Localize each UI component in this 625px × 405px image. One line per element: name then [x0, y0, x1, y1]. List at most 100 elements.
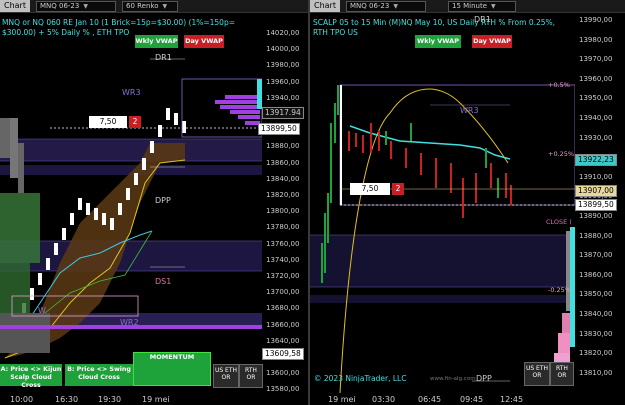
candle [505, 173, 507, 198]
right-wkly-vwap-button[interactable]: Wkly VWAP [415, 35, 461, 48]
left-axis-tick: 13840,00 [266, 174, 300, 183]
renko-brick-up [142, 158, 146, 170]
copyright-text: © 2023 NinjaTrader, LLC [314, 374, 407, 383]
left-time-tick: 19 mei [142, 395, 170, 404]
left-wr3-label: WR3 [122, 88, 141, 97]
left-axis-tick: 13800,00 [266, 207, 300, 216]
candle [435, 158, 437, 188]
right-axis-tick: 13880,00 [579, 231, 613, 240]
left-time-tick: 10:00 [10, 395, 34, 404]
candle [510, 185, 512, 205]
left-chart-menu-button[interactable]: Chart [0, 0, 30, 12]
right-instrument-selector[interactable]: MNQ 06-23 ▼ [345, 0, 426, 12]
momentum-panel: MOMENTUM [133, 352, 211, 386]
left-chart-title-line1: MNQ or NQ 060 RE Jan 10 (1 Brick=15p=$30… [2, 18, 235, 27]
right-pct-plus05: +0.5% [548, 81, 570, 89]
profile-bar [230, 110, 260, 114]
right-pct-plus025: +0.25% [548, 150, 575, 158]
renko-brick-up [118, 203, 122, 215]
right-wr3-label: WR3 [460, 106, 479, 115]
renko-brick-up [110, 218, 114, 230]
left-axis-tick: 13760,00 [266, 239, 300, 248]
profile-bar [225, 95, 260, 99]
renko-brick-up [102, 213, 106, 225]
right-axis-tick: 13960,00 [579, 74, 613, 83]
left-axis-tick: 13880,00 [266, 142, 300, 151]
candle [324, 213, 326, 273]
left-price-axis[interactable]: 14020,00 14000,00 13980,00 13960,00 13940,00… [258, 13, 308, 405]
left-dpp-label: DPP [155, 196, 171, 205]
chevron-down-icon: ▼ [162, 2, 168, 10]
left-price-tag-1: 13917.94 [262, 107, 304, 119]
right-axis-tick: 13910,00 [579, 172, 613, 181]
left-axis-tick: 13940,00 [266, 93, 300, 102]
right-order-count-badge[interactable]: 2 [392, 183, 404, 195]
left-day-vwap-button[interactable]: Day VWAP [184, 35, 224, 48]
tpo-bar [10, 118, 18, 178]
candle [485, 148, 487, 168]
candle [321, 243, 323, 283]
right-axis-tick: 13970,00 [579, 55, 613, 64]
renko-brick-up [46, 258, 50, 270]
profile-bar [215, 100, 260, 104]
chevron-down-icon: ▼ [393, 2, 398, 10]
candle [355, 133, 357, 147]
candle [490, 163, 492, 188]
right-order-qty-field[interactable]: 7,50 [350, 183, 390, 195]
right-time-tick: 09:45 [460, 395, 484, 404]
tpo-bar [0, 263, 30, 313]
renko-brick-up [182, 121, 186, 133]
left-instrument-selector[interactable]: MNQ 06-23 ▼ [35, 0, 116, 12]
candle [348, 131, 350, 151]
right-rth-or-box: RTH OR [550, 362, 574, 386]
red-candles [348, 123, 512, 218]
right-axis-tick: 13840,00 [579, 310, 613, 318]
profile-bar [566, 231, 570, 311]
right-interval-selector[interactable]: 15 Minute ▼ [447, 0, 516, 12]
right-axis-tick: 13810,00 [579, 368, 613, 377]
profile-bar [562, 313, 570, 333]
candle [385, 131, 387, 145]
left-interval-selector[interactable]: 60 Renko ▼ [121, 0, 178, 12]
candle [410, 123, 412, 141]
renko-brick-up [54, 243, 58, 255]
pivot-band [0, 139, 262, 161]
left-dr1-label: DR1 [155, 53, 172, 62]
right-axis-tick: 13850,00 [579, 290, 613, 299]
left-time-tick: 19:30 [98, 395, 122, 404]
right-chart-pane[interactable]: Chart MNQ 06-23 ▼ 15 Minute ▼ SCALP 05 t… [310, 0, 625, 405]
left-axis-tick: 13780,00 [266, 223, 300, 232]
right-price-axis[interactable]: 13990,00 13980,00 13970,00 13960,00 13950,00… [575, 13, 625, 405]
left-axis-tick: 13580,00 [266, 385, 300, 394]
left-axis-tick: 14000,00 [266, 45, 300, 54]
renko-brick-up [38, 273, 42, 285]
right-chart-menu-button[interactable]: Chart [310, 0, 340, 12]
renko-brick-up [158, 125, 162, 137]
left-order-qty-field[interactable]: 7,50 [89, 116, 127, 128]
renko-brick-up [150, 141, 154, 153]
left-wr2-label: WR2 [120, 318, 139, 327]
left-order-count-badge[interactable]: 2 [129, 116, 141, 128]
right-toolbar: Chart MNQ 06-23 ▼ 15 Minute ▼ [310, 0, 625, 13]
candle [475, 173, 477, 203]
left-rth-or-box: RTH OR [239, 364, 263, 388]
left-chart-pane[interactable]: Chart MNQ 06-23 ▼ 60 Renko ▼ MNQ or NQ 0… [0, 0, 308, 405]
candle [370, 123, 372, 153]
right-price-tag-2: 13907,00 [575, 185, 617, 197]
tpo-bar [18, 143, 24, 193]
left-wkly-vwap-button[interactable]: Wkly VWAP [135, 35, 178, 48]
candle [405, 148, 407, 168]
candle [462, 178, 464, 218]
renko-brick-up [134, 173, 138, 185]
right-price-tag-1: 13922,23 [575, 154, 617, 166]
left-kijun-cross-indicator: A: Price <> Kijun Scalp Cloud Cross [0, 364, 62, 389]
left-axis-tick: 13740,00 [266, 255, 300, 264]
left-axis-tick: 13660,00 [266, 320, 300, 329]
right-axis-tick: 13820,00 [579, 349, 613, 358]
right-axis-tick: 13860,00 [579, 270, 613, 279]
left-axis-tick: 13820,00 [266, 191, 300, 199]
right-axis-tick: 13930,00 [579, 133, 613, 142]
candle [420, 153, 422, 175]
left-axis-tick: 14020,00 [266, 29, 300, 37]
right-day-vwap-button[interactable]: Day VWAP [472, 35, 512, 48]
